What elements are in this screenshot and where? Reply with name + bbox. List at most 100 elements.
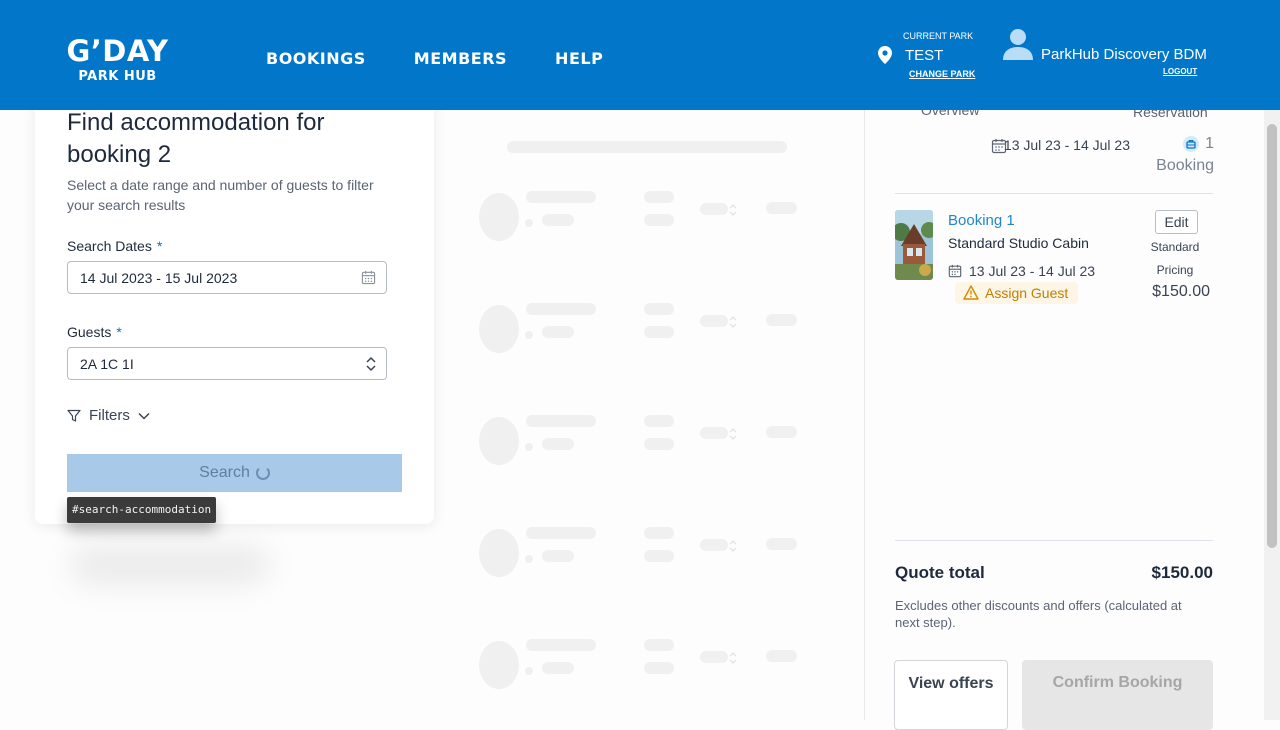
skeleton-line [766, 650, 797, 662]
skeleton-dot [525, 443, 533, 451]
skeleton-line [700, 651, 728, 663]
park-caption: CURRENT PARK [903, 31, 974, 41]
scrollbar-thumb[interactable] [1267, 124, 1277, 548]
warning-icon [963, 285, 979, 300]
skeleton-chevrons-icon [729, 540, 737, 552]
search-button-label: Search [199, 464, 250, 481]
skeleton-chevrons-icon [729, 652, 737, 664]
app-header: G’DAY PARK HUB BOOKINGS MEMBERS HELP CUR… [0, 0, 1280, 110]
skeleton-line [542, 438, 574, 450]
main-nav: BOOKINGS MEMBERS HELP [266, 49, 603, 68]
quote-note: Excludes other discounts and offers (cal… [895, 598, 1182, 630]
skeleton-line [644, 527, 674, 539]
skeleton-avatar [479, 417, 519, 465]
search-dates-input[interactable]: 14 Jul 2023 - 15 Jul 2023 [67, 261, 387, 294]
skeleton-dot [525, 331, 533, 339]
skeleton-chevrons-icon [729, 428, 737, 440]
search-dates-value: 14 Jul 2023 - 15 Jul 2023 [80, 269, 238, 286]
quote-total-value: $150.00 [1151, 563, 1213, 582]
panel-divider [864, 110, 865, 720]
skeleton-line [526, 191, 596, 203]
skeleton-line [700, 315, 728, 327]
skeleton-line [766, 538, 797, 550]
cabin-thumbnail [895, 210, 933, 280]
skeleton-dot [525, 555, 533, 563]
logo[interactable]: G’DAY PARK HUB [60, 36, 175, 85]
guests-select[interactable]: 2A 1C 1I [67, 347, 387, 380]
skeleton-line [526, 415, 596, 427]
skeleton-line [644, 326, 674, 338]
booking-1-link[interactable]: Booking 1 [948, 212, 1015, 229]
skeleton-line [526, 303, 596, 315]
guests-label: Guests * [67, 324, 122, 340]
skeleton-line [542, 326, 574, 338]
map-pin-icon [878, 46, 892, 64]
calendar-icon[interactable] [361, 270, 376, 285]
skeleton-line [644, 639, 674, 651]
skeleton-line [700, 427, 728, 439]
search-button[interactable]: Search [67, 454, 402, 492]
skeleton-line [526, 639, 596, 651]
booking-price: $150.00 [1152, 283, 1210, 300]
skeleton-line [644, 303, 674, 315]
park-name: TEST [905, 47, 944, 64]
divider [895, 193, 1213, 194]
logo-sub: PARK HUB [78, 69, 157, 84]
assign-guest-button[interactable]: Assign Guest [955, 282, 1078, 304]
booking-dates: 13 Jul 23 - 14 Jul 23 [969, 263, 1096, 279]
skeleton-line [644, 415, 674, 427]
filters-toggle[interactable]: Filters [67, 407, 150, 424]
cabin-image [895, 210, 933, 280]
filters-label: Filters [89, 407, 130, 424]
logo-main: G’DAY [66, 34, 169, 68]
skeleton-line [700, 539, 728, 551]
search-dates-label-text: Search Dates [67, 238, 152, 254]
booking-count: 1 Booking [1156, 135, 1214, 174]
skeleton-line [526, 527, 596, 539]
user-name: ParkHub Discovery BDM [1041, 46, 1207, 63]
skeleton-line [700, 203, 728, 215]
search-card: Find accommodation for booking 2 Select … [35, 100, 434, 524]
skeleton-avatar [479, 193, 519, 241]
select-chevrons-icon [366, 356, 376, 372]
assign-guest-label: Assign Guest [985, 285, 1069, 301]
skeleton-line [766, 314, 797, 326]
element-tooltip: #search-accommodation [67, 497, 217, 523]
search-title: Find accommodation for booking 2 [67, 109, 325, 168]
skeleton-dot [525, 219, 533, 227]
guests-value: 2A 1C 1I [80, 355, 134, 372]
scrollbar[interactable] [1264, 110, 1280, 720]
skeleton-avatar [479, 641, 519, 689]
skeleton-line [766, 202, 797, 214]
nav-help[interactable]: HELP [555, 49, 603, 68]
skeleton-line [542, 662, 574, 674]
user-avatar-icon[interactable] [1003, 28, 1033, 60]
nav-bookings[interactable]: BOOKINGS [266, 49, 366, 68]
skeleton-line [644, 214, 674, 226]
divider [895, 540, 1213, 541]
required-mark: * [116, 324, 122, 340]
search-description: Select a date range and number of guests… [67, 177, 374, 213]
search-dates-label: Search Dates * [67, 238, 162, 254]
loading-spinner-icon [255, 466, 270, 480]
skeleton-chevrons-icon [729, 204, 737, 216]
skeleton-chevrons-icon [729, 316, 737, 328]
overview-dates: 13 Jul 23 - 14 Jul 23 [1003, 137, 1130, 153]
guests-label-text: Guests [67, 324, 112, 340]
skeleton-avatar [479, 529, 519, 577]
required-mark: * [156, 238, 163, 254]
pricing-type: Standard Pricing [1150, 240, 1200, 277]
change-park-link[interactable]: CHANGE PARK [909, 69, 975, 79]
skeleton-line [644, 438, 674, 450]
skeleton-header [507, 141, 787, 153]
skeleton-line [644, 191, 674, 203]
chevron-down-icon [138, 412, 150, 420]
edit-booking-button[interactable]: Edit [1155, 210, 1198, 234]
room-name: Standard Studio Cabin [948, 235, 1089, 251]
nav-members[interactable]: MEMBERS [414, 49, 507, 68]
skeleton-line [542, 214, 574, 226]
skeleton-line [644, 550, 674, 562]
skeleton-line [766, 426, 797, 438]
skeleton-dot [525, 667, 533, 675]
logout-link[interactable]: LOGOUT [1163, 67, 1197, 76]
